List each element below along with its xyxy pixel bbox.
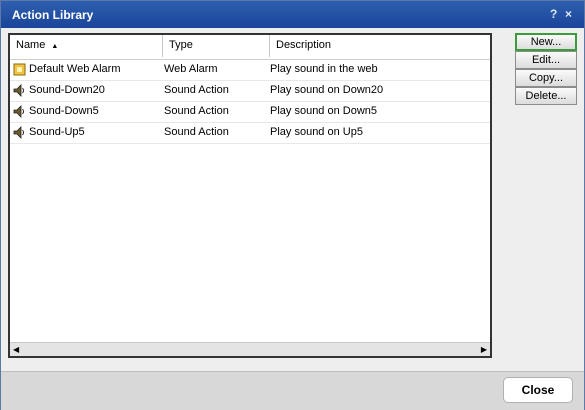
row-description: Play sound on Down5 <box>270 105 378 117</box>
close-button[interactable]: Close <box>503 377 573 403</box>
row-description: Play sound in the web <box>270 63 378 75</box>
column-header-description-label: Description <box>276 39 332 51</box>
copy-button[interactable]: Copy... <box>515 69 577 87</box>
row-type: Sound Action <box>164 105 229 117</box>
sort-ascending-icon: ▲ <box>51 43 59 50</box>
row-description: Play sound on Down20 <box>270 84 384 96</box>
row-type: Sound Action <box>164 84 229 96</box>
help-icon[interactable]: ? <box>550 7 557 21</box>
scroll-right-icon[interactable]: ▶ <box>481 345 487 354</box>
list-header: Name ▲ Type Description <box>10 35 490 60</box>
table-row[interactable]: Sound-Down5 Sound Action Play sound on D… <box>10 102 490 123</box>
new-button[interactable]: New... <box>515 33 577 51</box>
sound-icon <box>13 105 24 118</box>
row-name: Sound-Down5 <box>29 105 99 117</box>
horizontal-scrollbar[interactable]: ◀ ▶ <box>10 342 490 356</box>
action-list[interactable]: Name ▲ Type Description Default Web Alar… <box>8 33 492 358</box>
row-description: Play sound on Up5 <box>270 126 363 138</box>
scroll-left-icon[interactable]: ◀ <box>13 345 19 354</box>
row-name: Sound-Up5 <box>29 126 85 138</box>
sound-icon <box>13 126 24 139</box>
column-header-type-label: Type <box>169 39 193 51</box>
table-row[interactable]: Sound-Up5 Sound Action Play sound on Up5 <box>10 123 490 144</box>
delete-button[interactable]: Delete... <box>515 87 577 105</box>
row-type: Sound Action <box>164 126 229 138</box>
sound-icon <box>13 84 24 97</box>
column-header-type[interactable]: Type <box>163 35 269 58</box>
table-row[interactable]: Default Web Alarm Web Alarm Play sound i… <box>10 60 490 81</box>
column-header-name[interactable]: Name ▲ <box>10 35 162 58</box>
row-name: Default Web Alarm <box>29 63 121 75</box>
column-header-description[interactable]: Description <box>270 35 490 58</box>
title-bar: Action Library ? × <box>1 1 584 28</box>
table-row[interactable]: Sound-Down20 Sound Action Play sound on … <box>10 81 490 102</box>
edit-button[interactable]: Edit... <box>515 51 577 69</box>
row-name: Sound-Down20 <box>29 84 105 96</box>
close-icon[interactable]: × <box>565 7 572 21</box>
action-library-dialog: Action Library ? × Name ▲ Type Descripti… <box>0 0 585 410</box>
dialog-footer <box>1 371 584 410</box>
column-header-name-label: Name <box>16 39 46 51</box>
web-alarm-icon <box>13 63 26 76</box>
window-title: Action Library <box>12 8 94 22</box>
row-type: Web Alarm <box>164 63 218 75</box>
